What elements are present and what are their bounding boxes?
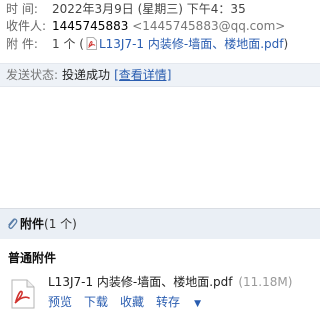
normal-attachments-title: 普通附件 bbox=[8, 251, 57, 265]
preview-link[interactable]: 预览 bbox=[48, 295, 72, 309]
view-details-link[interactable]: [查看详情] bbox=[114, 68, 171, 82]
attachment-close-paren: ) bbox=[283, 37, 289, 51]
recipient-label: 收件人: bbox=[6, 19, 47, 33]
attachment-file-name: L13J7-1 内装修-墙面、楼地面.pdf (11.18M) bbox=[48, 273, 292, 290]
attachment-count: 1 个 ( bbox=[52, 37, 84, 51]
send-status-bar: 发送状态: 投递成功 [查看详情] bbox=[0, 63, 320, 87]
recipient-address[interactable]: <1445745883@qq.com> bbox=[132, 19, 285, 33]
attachment-link[interactable]: L13J7-1 内装修-墙面、楼地面.pdf bbox=[99, 37, 284, 51]
time-label: 时 间: bbox=[6, 2, 38, 16]
recipient-name[interactable]: 1445745883 bbox=[52, 19, 128, 33]
pdf-icon bbox=[86, 37, 97, 50]
file-name-text[interactable]: L13J7-1 内装修-墙面、楼地面.pdf bbox=[48, 275, 233, 289]
collect-link[interactable]: 收藏 bbox=[120, 295, 144, 309]
download-link[interactable]: 下载 bbox=[84, 295, 108, 309]
send-status-value: 投递成功 bbox=[62, 68, 111, 82]
forward-label: 转存 bbox=[156, 295, 181, 309]
attachment-label: 附 件: bbox=[6, 37, 38, 51]
send-status-label: 发送状态: bbox=[6, 68, 59, 82]
time-value: 2022年3月9日 (星期三) 下午4：35 bbox=[52, 2, 246, 16]
attachments-header: 附件(1 个) bbox=[0, 209, 320, 239]
file-actions: 预览 下载 收藏 转存 ▼ bbox=[48, 293, 225, 310]
chevron-down-icon: ▼ bbox=[194, 299, 201, 309]
attachments-title: 附件 bbox=[20, 217, 45, 231]
forward-dropdown[interactable]: 转存 ▼ bbox=[156, 295, 213, 309]
pdf-icon[interactable] bbox=[10, 279, 36, 309]
recipient-row: 收件人: 1445745883 <1445745883@qq.com> bbox=[6, 18, 285, 35]
file-size: (11.18M) bbox=[238, 275, 293, 289]
attachment-row: 附 件: 1 个 ( L13J7-1 内装修-墙面、楼地面.pdf) bbox=[6, 36, 288, 53]
paperclip-icon bbox=[8, 218, 18, 230]
attachments-count: (1 个) bbox=[44, 217, 77, 231]
attachments-section: 附件(1 个) 普通附件 L13J7-1 内装修-墙面、楼地面.pdf (11.… bbox=[0, 208, 320, 311]
time-row: 时 间: 2022年3月9日 (星期三) 下午4：35 bbox=[6, 1, 246, 18]
